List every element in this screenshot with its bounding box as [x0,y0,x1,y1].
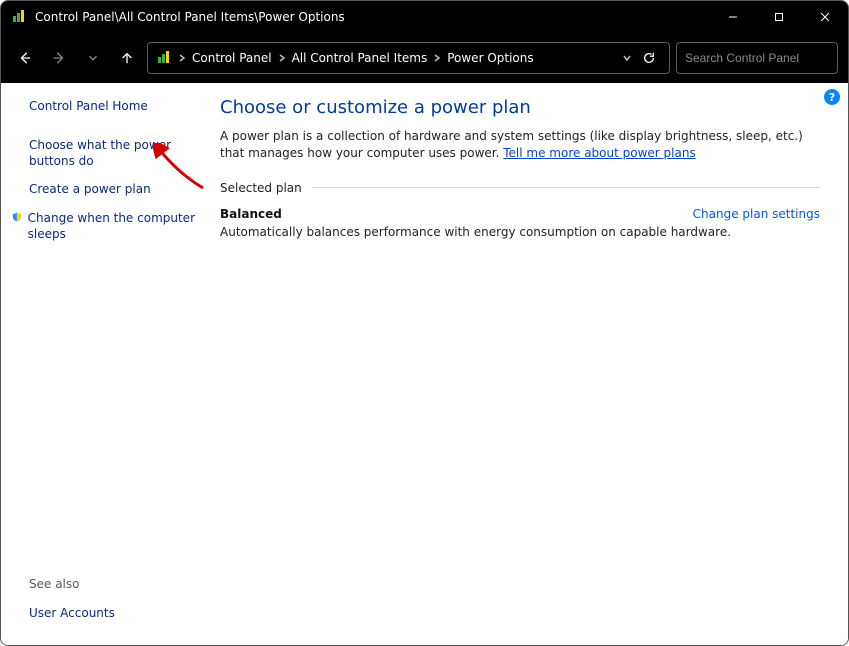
chevron-right-icon[interactable] [178,54,186,62]
chevron-right-icon[interactable] [433,54,441,62]
divider [312,187,820,188]
minimize-button[interactable] [710,1,756,32]
refresh-button[interactable] [637,46,661,70]
maximize-button[interactable] [756,1,802,32]
plan-description: Automatically balances performance with … [220,225,820,239]
content-body: ? Control Panel Home Choose what the pow… [1,83,848,645]
sidebar: Control Panel Home Choose what the power… [1,83,206,645]
forward-button[interactable] [45,44,73,72]
page-description: A power plan is a collection of hardware… [220,128,820,163]
see-also-label: See also [29,577,196,591]
change-plan-settings-link[interactable]: Change plan settings [693,207,820,221]
toolbar: Control Panel All Control Panel Items Po… [1,32,848,83]
chevron-right-icon[interactable] [278,54,286,62]
tell-me-more-link[interactable]: Tell me more about power plans [503,146,695,160]
main-content: Choose or customize a power plan A power… [206,83,848,645]
titlebar: Control Panel\All Control Panel Items\Po… [1,1,848,32]
close-button[interactable] [802,1,848,32]
back-button[interactable] [11,44,39,72]
breadcrumb-control-panel[interactable]: Control Panel [192,51,272,65]
power-options-icon [11,9,27,25]
chevron-down-icon[interactable] [623,54,631,62]
shield-icon [12,211,22,223]
power-options-icon [156,50,172,66]
window-title: Control Panel\All Control Panel Items\Po… [35,10,345,24]
search-input[interactable] [685,51,840,65]
selected-plan-label: Selected plan [220,181,312,195]
address-bar[interactable]: Control Panel All Control Panel Items Po… [147,42,670,74]
breadcrumb-all-items[interactable]: All Control Panel Items [292,51,428,65]
control-panel-home-link[interactable]: Control Panel Home [29,99,196,113]
breadcrumb-power-options[interactable]: Power Options [447,51,533,65]
control-panel-window: Control Panel\All Control Panel Items\Po… [0,0,849,646]
help-button[interactable]: ? [824,89,840,105]
plan-name: Balanced [220,207,282,221]
create-power-plan-link[interactable]: Create a power plan [29,181,196,197]
search-box[interactable] [676,42,838,74]
page-title: Choose or customize a power plan [220,97,820,118]
change-sleep-link[interactable]: Change when the computer sleeps [28,210,196,242]
user-accounts-link[interactable]: User Accounts [29,605,196,621]
recent-locations-button[interactable] [79,44,107,72]
choose-power-buttons-link[interactable]: Choose what the power buttons do [29,137,196,169]
up-button[interactable] [113,44,141,72]
